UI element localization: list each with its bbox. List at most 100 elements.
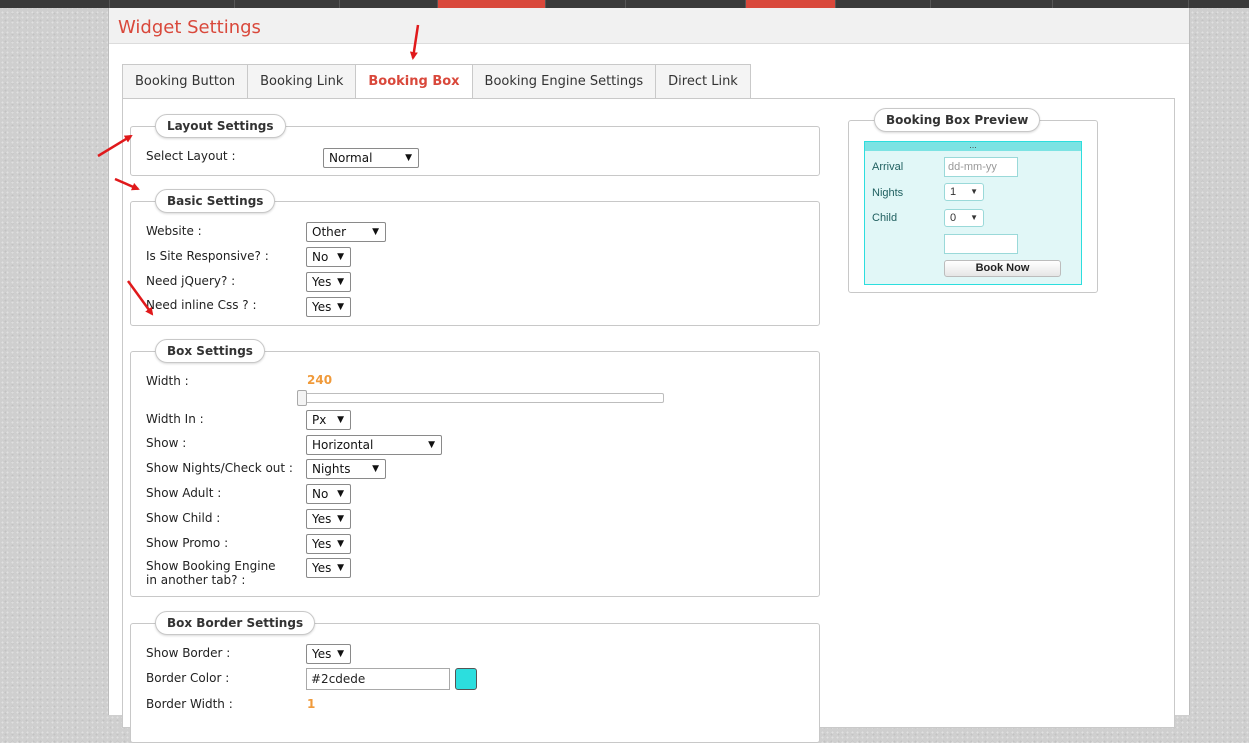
width-in-label: Width In : — [146, 412, 204, 426]
need-inline-css-value: Yes — [312, 300, 332, 314]
basic-settings-fieldset: Basic Settings Website : Other ▼ Is Site… — [130, 189, 820, 326]
triangle-down-icon: ▼ — [337, 277, 344, 287]
width-label: Width : — [146, 374, 189, 388]
box-border-settings-fieldset: Box Border Settings Show Border : Yes ▼ … — [130, 611, 820, 743]
top-nav-item[interactable] — [340, 0, 438, 8]
triangle-down-icon: ▼ — [337, 252, 344, 262]
show-border-dropdown[interactable]: Yes ▼ — [306, 644, 351, 664]
box-settings-fieldset: Box Settings Width : 240 Width In : Px ▼… — [130, 339, 820, 597]
preview-arrival-label: Arrival — [872, 161, 904, 173]
show-engine-tab-value: Yes — [312, 561, 332, 575]
preview-nights-label: Nights — [872, 187, 904, 199]
preview-child-value: 0 — [950, 212, 957, 224]
show-promo-label: Show Promo : — [146, 536, 229, 550]
triangle-down-icon: ▼ — [970, 187, 978, 196]
preview-promo-input[interactable] — [944, 234, 1018, 254]
preview-header-bar: ... — [865, 142, 1081, 151]
width-in-dropdown[interactable]: Px ▼ — [306, 410, 351, 430]
layout-settings-fieldset: Layout Settings Select Layout : Normal ▼ — [130, 114, 820, 176]
site-responsive-value: No — [312, 250, 329, 264]
top-nav-item[interactable] — [626, 0, 746, 8]
need-jquery-label: Need jQuery? : — [146, 274, 236, 288]
preview-nights-value: 1 — [950, 186, 957, 198]
show-promo-dropdown[interactable]: Yes ▼ — [306, 534, 351, 554]
basic-settings-legend: Basic Settings — [155, 189, 276, 213]
border-color-input[interactable]: #2cdede — [306, 668, 450, 690]
triangle-down-icon: ▼ — [337, 302, 344, 312]
preview-book-now-button[interactable]: Book Now — [944, 260, 1061, 277]
need-inline-css-dropdown[interactable]: Yes ▼ — [306, 297, 351, 317]
select-layout-dropdown[interactable]: Normal ▼ — [323, 148, 419, 168]
preview-arrival-input[interactable]: dd-mm-yy — [944, 157, 1018, 177]
show-promo-value: Yes — [312, 537, 332, 551]
show-nights-label: Show Nights/Check out : — [146, 461, 293, 475]
triangle-down-icon: ▼ — [372, 464, 379, 474]
triangle-down-icon: ▼ — [428, 440, 435, 450]
layout-settings-legend: Layout Settings — [155, 114, 286, 138]
top-nav-item[interactable] — [235, 0, 340, 8]
show-child-label: Show Child : — [146, 511, 221, 525]
show-value: Horizontal — [312, 438, 374, 452]
need-inline-css-label: Need inline Css ? : — [146, 298, 257, 312]
site-responsive-dropdown[interactable]: No ▼ — [306, 247, 351, 267]
width-value: 240 — [307, 373, 333, 387]
select-layout-label: Select Layout : — [146, 149, 236, 163]
width-slider-track[interactable] — [301, 393, 664, 403]
triangle-down-icon: ▼ — [337, 415, 344, 425]
widget-settings-panel: Widget Settings Booking Button Booking L… — [108, 8, 1190, 743]
show-label: Show : — [146, 436, 187, 450]
page-title: Widget Settings — [118, 17, 261, 38]
top-nav-item[interactable] — [931, 0, 1053, 8]
show-adult-dropdown[interactable]: No ▼ — [306, 484, 351, 504]
triangle-down-icon: ▼ — [970, 213, 978, 222]
box-settings-legend: Box Settings — [155, 339, 265, 363]
border-color-swatch[interactable] — [455, 668, 477, 690]
top-nav-item-active[interactable] — [438, 0, 546, 8]
website-dropdown[interactable]: Other ▼ — [306, 222, 386, 242]
top-nav-item[interactable] — [546, 0, 626, 8]
need-jquery-value: Yes — [312, 275, 332, 289]
show-dropdown[interactable]: Horizontal ▼ — [306, 435, 442, 455]
top-nav-item[interactable] — [1053, 0, 1189, 8]
show-engine-tab-dropdown[interactable]: Yes ▼ — [306, 558, 351, 578]
preview-nights-dropdown[interactable]: 1 ▼ — [944, 183, 984, 201]
show-border-value: Yes — [312, 647, 332, 661]
triangle-down-icon: ▼ — [372, 227, 379, 237]
preview-child-dropdown[interactable]: 0 ▼ — [944, 209, 984, 227]
border-width-value: 1 — [307, 697, 316, 711]
top-nav-item[interactable] — [836, 0, 931, 8]
top-nav-item[interactable] — [0, 0, 110, 8]
tab-booking-box[interactable]: Booking Box — [355, 64, 472, 100]
width-slider-handle[interactable] — [297, 390, 307, 406]
tab-booking-link[interactable]: Booking Link — [247, 64, 356, 99]
show-child-value: Yes — [312, 512, 332, 526]
show-engine-tab-label: Show Booking Engine in another tab? : — [146, 559, 276, 587]
select-layout-value: Normal — [329, 151, 373, 165]
show-adult-label: Show Adult : — [146, 486, 222, 500]
preview-child-label: Child — [872, 212, 898, 224]
need-jquery-dropdown[interactable]: Yes ▼ — [306, 272, 351, 292]
show-child-dropdown[interactable]: Yes ▼ — [306, 509, 351, 529]
booking-box-preview-legend: Booking Box Preview — [874, 108, 1041, 132]
triangle-down-icon: ▼ — [405, 153, 412, 163]
top-nav-item-active[interactable] — [746, 0, 836, 8]
tab-content: Layout Settings Select Layout : Normal ▼… — [122, 98, 1175, 743]
booking-box-preview-fieldset: Booking Box Preview ... Arrival dd-mm-yy… — [848, 108, 1098, 293]
box-border-settings-legend: Box Border Settings — [155, 611, 316, 635]
triangle-down-icon: ▼ — [337, 514, 344, 524]
panel-header: Widget Settings — [109, 8, 1189, 44]
website-label: Website : — [146, 224, 202, 238]
top-navigation-bar — [0, 0, 1249, 8]
border-color-label: Border Color : — [146, 671, 230, 685]
top-nav-item[interactable] — [110, 0, 235, 8]
show-nights-value: Nights — [312, 462, 351, 476]
show-nights-dropdown[interactable]: Nights ▼ — [306, 459, 386, 479]
tab-direct-link[interactable]: Direct Link — [655, 64, 751, 99]
tab-bar: Booking Button Booking Link Booking Box … — [122, 64, 751, 100]
triangle-down-icon: ▼ — [337, 649, 344, 659]
triangle-down-icon: ▼ — [337, 563, 344, 573]
website-value: Other — [312, 225, 347, 239]
tab-booking-button[interactable]: Booking Button — [122, 64, 248, 99]
tab-booking-engine-settings[interactable]: Booking Engine Settings — [471, 64, 656, 99]
triangle-down-icon: ▼ — [337, 489, 344, 499]
